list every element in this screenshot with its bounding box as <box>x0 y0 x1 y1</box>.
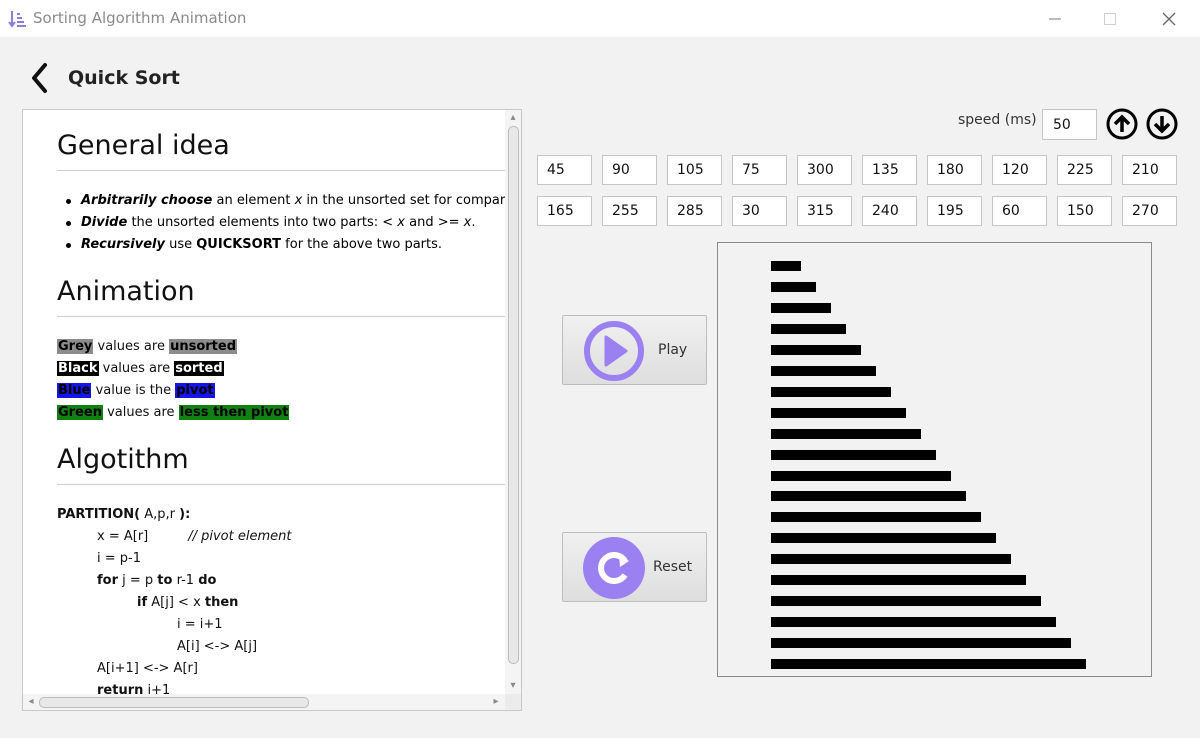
code-line: i = p-1 <box>97 551 141 566</box>
value-input[interactable] <box>732 196 787 226</box>
page-title: Quick Sort <box>68 67 180 89</box>
code-line: return i+1 <box>97 683 171 694</box>
value-input[interactable] <box>537 196 592 226</box>
chart-bar <box>771 429 921 439</box>
code-line: x = A[r]// pivot element <box>97 529 292 544</box>
scroll-left-arrow-icon[interactable]: ◂ <box>25 696 37 708</box>
value-input[interactable] <box>1057 155 1112 185</box>
maximize-icon <box>1104 12 1116 25</box>
chart-bar <box>771 554 1011 564</box>
chart-bar <box>771 303 831 313</box>
code-line: for j = p to r-1 do <box>97 573 217 588</box>
value-input[interactable] <box>797 196 852 226</box>
divider <box>57 170 505 171</box>
chart-bar <box>771 533 996 543</box>
divider <box>57 316 505 317</box>
value-input[interactable] <box>667 196 722 226</box>
minimize-icon <box>1049 18 1061 19</box>
chart-bar <box>771 324 846 334</box>
chart-bar <box>771 450 936 460</box>
play-icon <box>584 321 644 381</box>
value-input[interactable] <box>1122 155 1177 185</box>
value-input[interactable] <box>667 155 722 185</box>
maximize-button[interactable] <box>1087 0 1133 37</box>
section-heading-general: General idea <box>57 130 230 161</box>
value-input[interactable] <box>732 155 787 185</box>
play-button[interactable]: Play <box>562 315 707 385</box>
code-line: if A[j] < x then <box>137 595 239 610</box>
section-heading-algorithm: Algotithm <box>57 444 189 475</box>
value-input[interactable] <box>927 155 982 185</box>
code-line: A[i+1] <-> A[r] <box>97 661 198 676</box>
value-input[interactable] <box>602 155 657 185</box>
back-chevron-left-icon[interactable] <box>28 62 52 94</box>
scroll-down-arrow-icon[interactable]: ▾ <box>507 680 519 692</box>
speed-down-arrow-down-circle-icon[interactable] <box>1146 108 1178 140</box>
value-input[interactable] <box>1057 196 1112 226</box>
vertical-scrollbar[interactable]: ▴ ▾ <box>505 110 521 694</box>
close-button[interactable] <box>1146 0 1192 37</box>
chart-bar <box>771 471 951 481</box>
chart-bar <box>771 596 1041 606</box>
value-input[interactable] <box>602 196 657 226</box>
vertical-scroll-thumb[interactable] <box>508 126 519 664</box>
sort-descending-icon <box>8 11 26 28</box>
reset-label: Reset <box>653 559 693 575</box>
bullet-item: Arbitrarily choose an element x in the u… <box>66 193 505 208</box>
window-title: Sorting Algorithm Animation <box>33 9 247 27</box>
chart-bar <box>771 512 981 522</box>
window-titlebar: Sorting Algorithm Animation <box>0 0 1200 37</box>
horizontal-scrollbar[interactable]: ◂ ▸ <box>23 694 505 710</box>
chart-bar <box>771 282 816 292</box>
code-line: PARTITION( A,p,r ): <box>57 507 191 522</box>
scroll-right-arrow-icon[interactable]: ▸ <box>490 696 502 708</box>
value-input[interactable] <box>537 155 592 185</box>
scroll-up-arrow-icon[interactable]: ▴ <box>507 112 519 124</box>
speed-input[interactable] <box>1042 109 1097 140</box>
legend-green: Green values are less then pivot <box>57 405 290 420</box>
sort-animation-chart <box>717 242 1152 677</box>
value-input[interactable] <box>862 155 917 185</box>
value-input[interactable] <box>1122 196 1177 226</box>
code-line: i = i+1 <box>177 617 223 632</box>
play-label: Play <box>658 342 688 358</box>
speed-up-arrow-up-circle-icon[interactable] <box>1106 108 1138 140</box>
chart-bar <box>771 366 876 376</box>
chart-bar <box>771 659 1086 669</box>
value-input[interactable] <box>992 155 1047 185</box>
code-line: A[i] <-> A[j] <box>177 639 258 654</box>
scroll-corner <box>505 694 521 710</box>
value-input[interactable] <box>927 196 982 226</box>
close-icon <box>1162 12 1176 25</box>
doc-scroll-content: General idea Arbitrarily choose an eleme… <box>23 110 505 694</box>
chart-bar <box>771 575 1026 585</box>
chart-bar <box>771 617 1056 627</box>
value-input[interactable] <box>862 196 917 226</box>
chart-bar <box>771 261 801 271</box>
chart-bar <box>771 408 906 418</box>
section-heading-animation: Animation <box>57 276 195 307</box>
value-input[interactable] <box>797 155 852 185</box>
minimize-button[interactable] <box>1032 0 1078 37</box>
horizontal-scroll-thumb[interactable] <box>39 697 309 708</box>
legend-blue: Blue value is the pivot <box>57 383 215 398</box>
value-input[interactable] <box>992 196 1047 226</box>
bullet-item: Divide the unsorted elements into two pa… <box>65 215 476 230</box>
bullet-item: Recursively use QUICKSORT for the above … <box>65 237 443 252</box>
divider <box>57 484 505 485</box>
algorithm-doc-panel[interactable]: General idea Arbitrarily choose an eleme… <box>22 109 522 711</box>
chart-bar <box>771 638 1071 648</box>
chart-bar <box>771 345 861 355</box>
reset-icon <box>583 537 645 599</box>
chart-bar <box>771 491 966 501</box>
reset-button[interactable]: Reset <box>562 532 707 602</box>
chart-bar <box>771 387 891 397</box>
speed-label: speed (ms) <box>958 112 1037 128</box>
legend-black: Black values are sorted <box>57 361 224 376</box>
legend-grey: Grey values are unsorted <box>57 339 238 354</box>
